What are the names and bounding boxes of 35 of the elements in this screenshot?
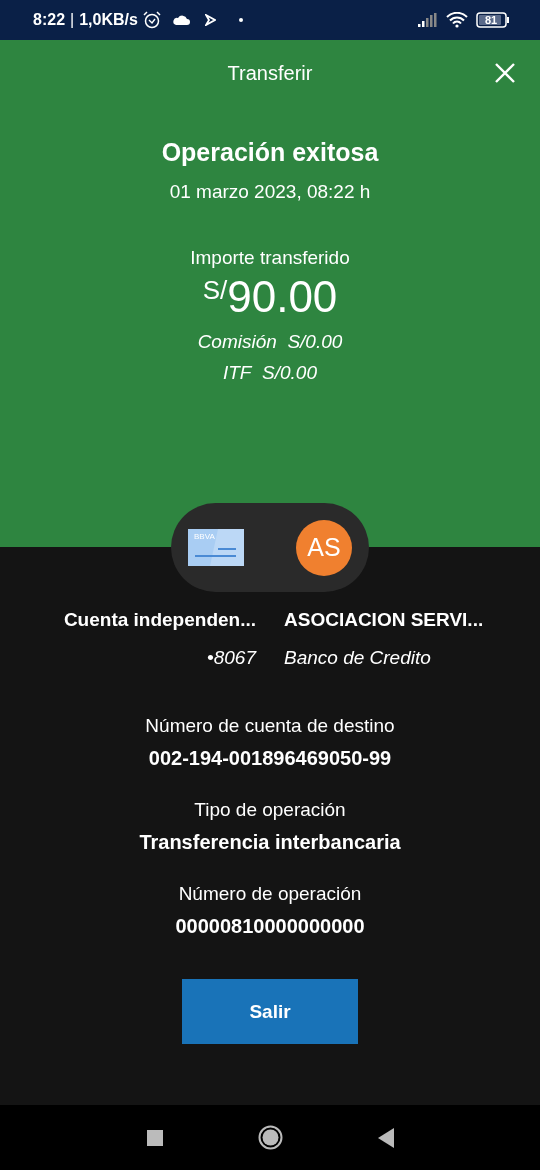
recents-icon[interactable] <box>146 1129 163 1146</box>
recipient-name: ASOCIACION SERVI... <box>284 609 485 631</box>
wifi-icon <box>446 12 468 28</box>
operation-date: 01 marzo 2023, 08:22 h <box>169 181 371 203</box>
success-title: Operación exitosa <box>161 138 379 167</box>
fee-text: Comisión S/0.00 <box>197 331 343 353</box>
back-icon[interactable] <box>377 1127 394 1148</box>
detail-value: 002-194-001896469050-99 <box>148 747 392 770</box>
signal-icon <box>418 13 438 27</box>
battery-indicator: 81 <box>476 12 510 28</box>
cloud-icon <box>171 14 190 26</box>
screen-title: Transferir <box>227 61 313 85</box>
detail-label: Tipo de operación <box>194 799 346 821</box>
home-icon[interactable] <box>257 1125 283 1150</box>
clock-time: 8:22 <box>33 11 66 29</box>
bank-card-icon: BBVA <box>188 529 244 566</box>
notification-dot <box>238 18 243 22</box>
exit-button[interactable]: Salir <box>182 979 358 1044</box>
detail-label: Número de cuenta de destino <box>145 715 395 737</box>
separator: | <box>70 11 75 29</box>
close-button[interactable] <box>494 62 516 84</box>
amount-value: 90.00 <box>227 273 338 321</box>
fee-text: ITF S/0.00 <box>223 362 317 384</box>
detail-value: Transferencia interbancaria <box>139 831 401 854</box>
detail-label: Número de operación <box>178 883 362 905</box>
network-speed: 1,0KB/s <box>79 11 138 29</box>
origin-account-number: •8067 <box>206 647 256 669</box>
currency-symbol: S/ <box>202 275 228 305</box>
recipient-bank: Banco de Credito <box>284 647 432 669</box>
detail-value: 00000810000000000 <box>175 915 365 938</box>
alarm-icon <box>142 11 161 29</box>
amount-label: Importe transferido <box>190 247 350 269</box>
recipient-avatar: AS <box>296 519 352 576</box>
origin-account-name: Cuenta independen... <box>62 609 256 631</box>
play-icon <box>204 14 216 26</box>
